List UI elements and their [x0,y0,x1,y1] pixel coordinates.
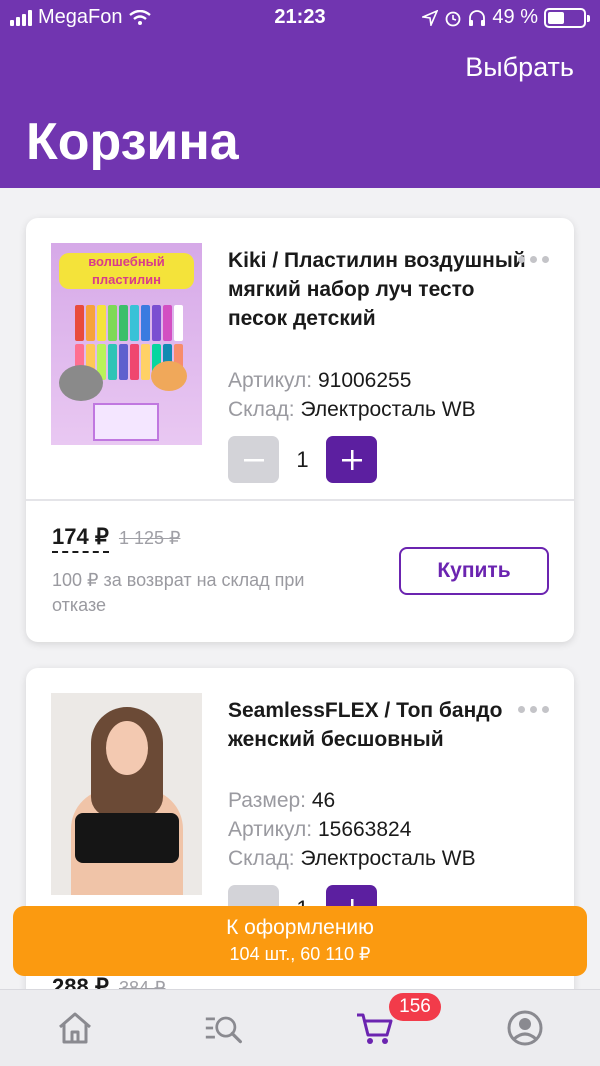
current-price[interactable]: 174 ₽ [52,524,109,553]
plus-icon [341,449,362,470]
tab-cart[interactable] [355,1008,395,1048]
product-image[interactable]: волшебный пластилин [51,243,202,445]
cart-count-badge: 156 [389,993,441,1021]
home-icon [59,1012,91,1044]
more-options-icon[interactable] [518,256,549,263]
tab-bar [0,989,600,1066]
size-row: Размер: 46 [228,786,335,815]
warehouse-value: Электросталь WB [300,398,476,421]
status-bar-right: 49 % [422,6,590,29]
checkout-button[interactable]: К оформлению 104 шт., 60 110 ₽ [13,906,587,976]
quantity-value: 1 [296,446,309,472]
divider [26,499,574,501]
article-label: Артикул: [228,818,313,841]
cart-icon [357,1013,393,1044]
article-value: 91006255 [317,369,412,392]
checkout-label: К оформлению [226,916,374,939]
refund-note: 100 ₽ за возврат на склад при отказе [52,570,305,615]
cart-item-card: волшебный пластилин Kiki / Пластилин воз… [26,218,574,642]
image-elephant [59,365,103,401]
old-price: 1 125 ₽ [118,528,181,548]
decrease-quantity-button[interactable] [228,436,279,483]
warehouse-value: Электросталь WB [300,847,476,870]
image-snail [151,361,187,391]
checkout-summary: 104 шт., 60 110 ₽ [229,944,371,964]
select-button[interactable]: Выбрать [465,52,574,83]
article-row: Артикул: 91006255 [228,366,411,395]
warehouse-label: Склад: [228,847,295,870]
battery-percent: 49 % [492,6,538,28]
warehouse-row: Склад: Электросталь WB [228,844,476,873]
size-value: 46 [311,789,336,812]
location-icon [422,9,439,26]
tab-home[interactable] [55,1008,95,1048]
increase-quantity-button[interactable] [326,436,377,483]
headphones-icon [469,9,486,26]
status-bar: MegaFon 21:23 49 % [0,0,600,36]
tab-profile[interactable] [505,1008,545,1048]
page-title: Корзина [26,113,239,171]
image-bandeau-top [75,813,179,863]
product-title[interactable]: Kiki / Пластилин воздушный мягкий набор … [228,246,528,333]
minus-icon [243,458,264,461]
product-image[interactable] [51,693,202,895]
alarm-icon [446,11,461,26]
product-title[interactable]: SeamlessFLEX / Топ бандо женский бесшовн… [228,696,528,754]
image-package [93,403,159,441]
quantity-stepper: 1 [228,436,377,483]
buy-button[interactable]: Купить [399,547,549,595]
article-row: Артикул: 15663824 [228,815,411,844]
profile-icon [507,1010,543,1046]
image-model-face [106,721,148,775]
article-label: Артикул: [228,369,313,392]
header: MegaFon 21:23 49 % Выбрать Корзина [0,0,600,188]
size-label: Размер: [228,789,307,812]
article-value: 15663824 [317,818,412,841]
tab-catalog[interactable] [204,1008,244,1048]
price-block: 174 ₽ 1 125 ₽ [52,524,181,553]
battery-icon [544,7,590,28]
catalog-search-icon [205,1016,242,1044]
warehouse-label: Склад: [228,398,295,421]
image-caption: волшебный пластилин [59,253,194,289]
warehouse-row: Склад: Электросталь WB [228,395,476,424]
more-options-icon[interactable] [518,706,549,713]
